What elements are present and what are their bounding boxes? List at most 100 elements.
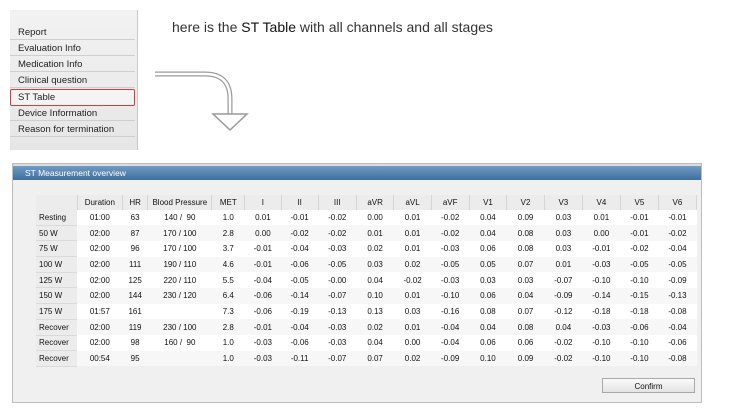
table-cell: 170 / 100 <box>147 225 212 241</box>
table-cell: 0.04 <box>480 213 496 223</box>
table-cell: 0.04 <box>469 225 507 241</box>
row-label: 50 W <box>36 225 78 242</box>
table-row: 125 W 02:00 125 220 / 110 5.5 -0.04 -0.05 -0.00… <box>36 272 697 289</box>
column-header: aVF <box>431 195 470 210</box>
table-cell: 00:54 <box>77 350 123 367</box>
table-row: 75 W 02:00 96 170 / 100 3.7 -0.01 -0.04 -0.03 0.… <box>36 240 697 258</box>
table-cell: 95 <box>122 350 148 367</box>
row-label: Recover <box>36 319 78 336</box>
table-cell: 0.01 <box>356 225 394 241</box>
table-cell: -0.01 <box>592 244 611 254</box>
table-cell: -0.03 <box>318 319 357 335</box>
table-cell: -0.16 <box>441 306 460 316</box>
menu-item-clinical-question[interactable]: Clinical question <box>10 73 135 88</box>
table-cell: 0.03 <box>555 244 572 254</box>
table-cell: -0.03 <box>328 244 347 254</box>
caption-suffix: with all channels and all stages <box>296 19 493 35</box>
table-cell: -0.09 <box>431 350 470 367</box>
table-cell: 111 <box>122 256 148 273</box>
table-cell: -0.10 <box>592 275 611 285</box>
table-cell: 0.08 <box>480 306 496 316</box>
table-cell: 01:57 <box>89 306 110 316</box>
column-header: V6 <box>658 195 698 210</box>
confirm-button[interactable]: Confirm <box>602 378 695 393</box>
column-header: V4 <box>582 195 621 210</box>
column-header: III <box>318 195 357 210</box>
table-cell: -0.06 <box>244 287 282 304</box>
row-label: Resting <box>36 210 78 226</box>
table-cell: -0.02 <box>431 225 470 241</box>
table-cell: 0.07 <box>517 306 534 316</box>
table-cell: 0.01 <box>593 213 610 223</box>
table-cell: -0.10 <box>431 287 470 304</box>
row-label: 100 W <box>36 256 78 273</box>
table-cell: 0.01 <box>393 287 432 304</box>
table-cell: -0.01 <box>630 213 649 223</box>
table-cell: -0.02 <box>318 225 357 241</box>
table-cell: -0.04 <box>281 319 319 335</box>
table-cell: -0.13 <box>658 287 697 304</box>
column-header: Duration <box>77 195 123 210</box>
table-cell: 0.03 <box>555 213 572 223</box>
menu-item-medication-info[interactable]: Medication Info <box>10 57 135 72</box>
table-cell: 0.08 <box>506 225 545 241</box>
table-cell: 0.10 <box>469 350 507 367</box>
table-cell: 0.13 <box>367 306 383 316</box>
table-cell: -0.02 <box>441 213 460 223</box>
table-row: 50 W 02:00 87 170 / 100 2.8 0.00 -0.02 -0.02 0.0… <box>36 225 697 242</box>
table-cell: -0.09 <box>668 275 687 285</box>
table-cell: 0.04 <box>367 275 383 285</box>
table-cell: -0.10 <box>592 338 611 348</box>
table-cell: -0.04 <box>290 244 309 254</box>
table-cell: -0.01 <box>668 213 687 223</box>
table-cell: 5.5 <box>222 275 234 285</box>
table-cell <box>147 350 212 367</box>
table-cell: 0.07 <box>506 256 545 273</box>
side-menu: Report Evaluation Info Medication Info C… <box>10 10 138 150</box>
menu-item-device-information[interactable]: Device Information <box>10 106 135 121</box>
table-cell: -0.03 <box>582 256 621 273</box>
table-cell: -0.06 <box>253 306 272 316</box>
table-cell: 0.09 <box>517 213 534 223</box>
table-cell: 0.02 <box>367 244 383 254</box>
table-cell: -0.07 <box>318 350 357 367</box>
menu-item-report[interactable]: Report <box>10 25 135 40</box>
table-cell: 220 / 110 <box>163 275 197 285</box>
table-cell: 1.0 <box>222 338 234 348</box>
column-header: V3 <box>544 195 583 210</box>
table-cell: 0.03 <box>544 225 583 241</box>
menu-item-evaluation-info[interactable]: Evaluation Info <box>10 41 135 56</box>
table-cell: -0.07 <box>554 275 573 285</box>
table-cell: -0.04 <box>431 319 470 335</box>
table-cell: -0.05 <box>658 256 697 273</box>
table-cell: -0.04 <box>441 338 460 348</box>
table-cell: 02:00 <box>89 275 110 285</box>
table-cell: 230 / 100 <box>147 319 212 335</box>
table-cell: -0.10 <box>630 338 649 348</box>
menu-item-st-table[interactable]: ST Table <box>10 89 135 106</box>
table-cell: -0.04 <box>668 244 687 254</box>
table-cell: -0.06 <box>281 256 319 273</box>
table-cell: 140 / 90 <box>164 213 196 223</box>
table-cell: 0.02 <box>393 256 432 273</box>
table-cell: -0.19 <box>290 306 309 316</box>
column-header: V2 <box>506 195 545 210</box>
table-cell: 1.0 <box>222 213 234 223</box>
table-cell: 0.01 <box>544 256 583 273</box>
table-cell: 0.00 <box>244 225 282 241</box>
column-header: aVR <box>356 195 395 210</box>
row-label: 175 W <box>36 303 78 320</box>
row-label: 75 W <box>36 240 78 258</box>
table-cell: 0.03 <box>517 275 534 285</box>
column-header: aVL <box>393 195 432 210</box>
table-cell: 144 <box>122 287 148 304</box>
menu-item-reason-for-termination[interactable]: Reason for termination <box>10 122 135 137</box>
table-header-row: Duration HR Blood Pressure MET I II III aVR aVL a… <box>36 195 698 210</box>
table-cell: -0.04 <box>253 275 272 285</box>
table-cell: -0.14 <box>281 287 319 304</box>
table-cell: -0.18 <box>592 306 611 316</box>
column-header: II <box>281 195 319 210</box>
table-cell: 02:00 <box>77 319 123 335</box>
table-cell: -0.03 <box>328 338 347 348</box>
table-cell <box>148 304 212 320</box>
